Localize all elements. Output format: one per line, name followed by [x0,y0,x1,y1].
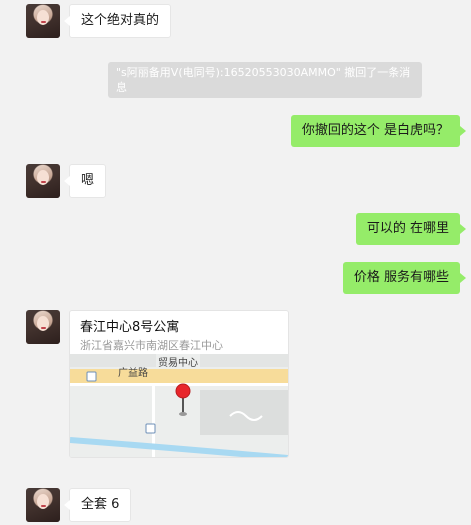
location-message-card[interactable]: 春江中心8号公寓 浙江省嘉兴市南湖区春江中心 贸易中心 广益路 [69,310,289,458]
outgoing-message-bubble[interactable]: 可以的 在哪里 [355,213,467,245]
bus-stop-icon [86,371,97,382]
location-map-preview[interactable]: 贸易中心 广益路 [70,354,288,457]
outgoing-message-bubble[interactable]: 你撤回的这个 是白虎吗？ [290,115,467,147]
map-graphic [70,354,288,457]
contact-avatar[interactable] [26,4,60,38]
contact-avatar[interactable] [26,488,60,522]
location-address: 浙江省嘉兴市南湖区春江中心 [80,339,223,352]
incoming-message-bubble[interactable]: 这个绝对真的 [63,4,172,38]
map-road-label: 贸易中心 [156,354,200,369]
recall-system-notice: "s阿丽备用V(电同号):16520553030AMMO" 撤回了一条消息 [108,62,422,98]
incoming-message-bubble[interactable]: 嗯 [63,164,107,198]
map-pin-icon [175,383,191,399]
contact-avatar[interactable] [26,310,60,344]
location-title: 春江中心8号公寓 [80,320,180,335]
outgoing-message-bubble[interactable]: 价格 服务有哪些 [342,262,467,294]
bus-stop-icon [145,423,156,434]
contact-avatar[interactable] [26,164,60,198]
incoming-message-bubble[interactable]: 全套 6 [63,488,132,522]
map-road-label: 广益路 [118,368,148,379]
